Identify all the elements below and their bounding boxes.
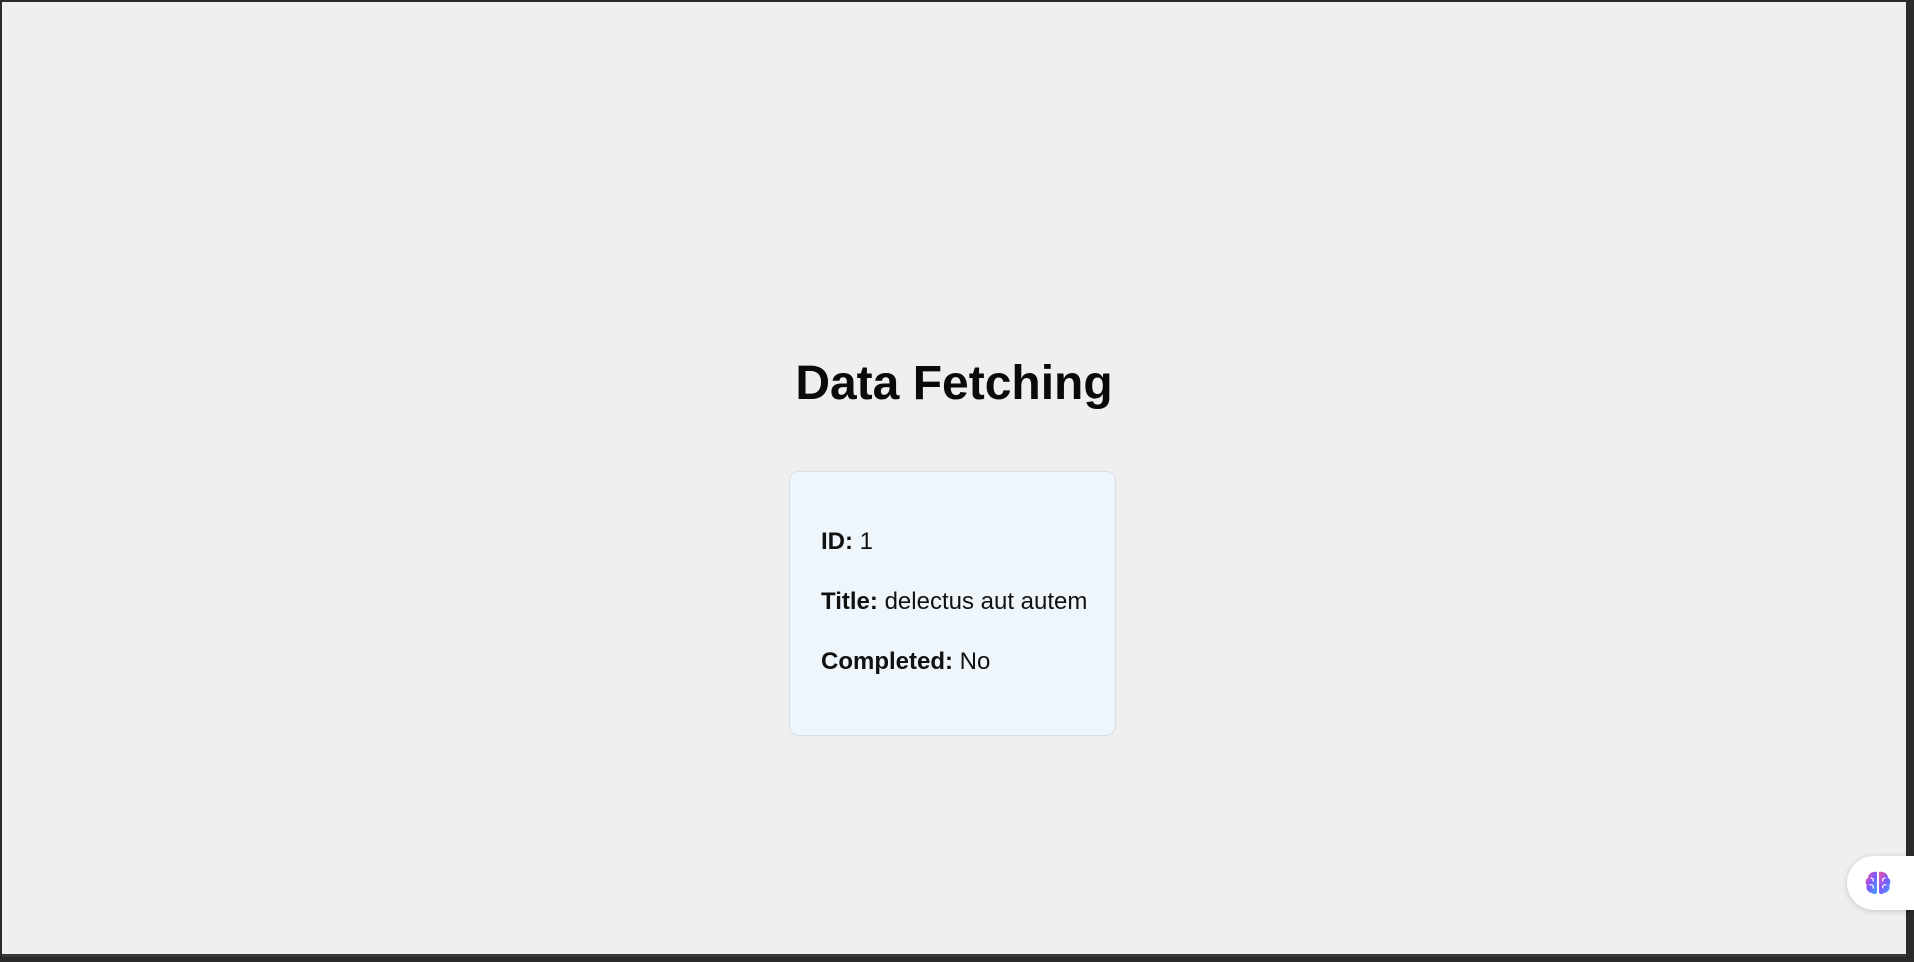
assistant-button[interactable]: [1847, 856, 1914, 910]
brain-icon: [1865, 871, 1891, 895]
todo-completed-value: No: [959, 648, 991, 675]
todo-completed-row: Completed: No: [821, 648, 1115, 676]
todo-title-value: delectus aut autem: [884, 588, 1088, 615]
todo-completed-label: Completed:: [821, 648, 953, 675]
browser-viewport: Data Fetching ID: 1 Title: delectus aut …: [2, 2, 1906, 957]
todo-card: ID: 1 Title: delectus aut autem Complete…: [789, 471, 1116, 736]
todo-id-row: ID: 1: [821, 528, 1115, 556]
page-title: Data Fetching: [795, 357, 1113, 410]
todo-id-value: 1: [859, 528, 874, 555]
todo-title-label: Title:: [821, 588, 878, 615]
todo-title-row: Title: delectus aut autem: [821, 588, 1115, 616]
todo-id-label: ID:: [821, 528, 853, 555]
